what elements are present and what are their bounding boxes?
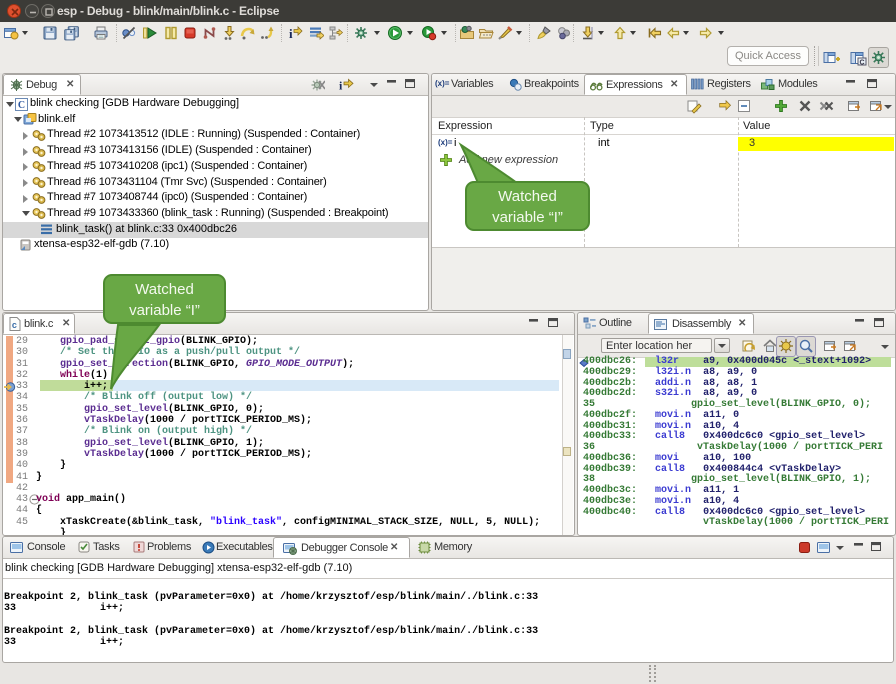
- svg-text:C: C: [859, 60, 864, 67]
- svg-text:c: c: [12, 321, 17, 331]
- svg-text:i: i: [339, 79, 343, 93]
- svg-text:C: C: [18, 100, 25, 111]
- svg-text:i: i: [289, 26, 293, 41]
